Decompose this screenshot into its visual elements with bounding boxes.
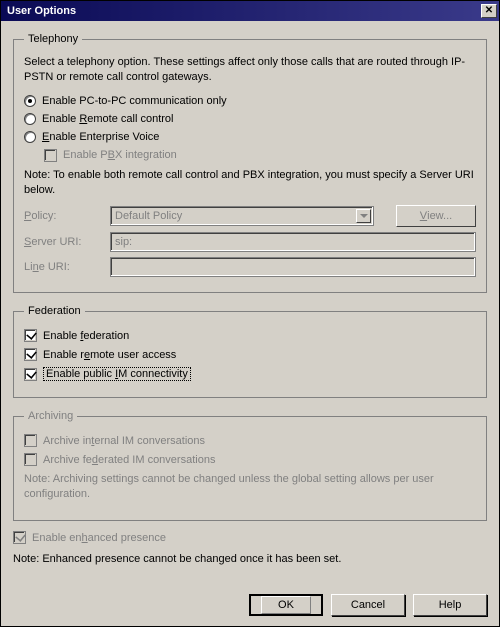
checkbox-label: Enable enhanced presence bbox=[32, 532, 166, 544]
checkbox-icon bbox=[13, 531, 26, 544]
dialog-body: Telephony Select a telephony option. The… bbox=[1, 21, 499, 626]
telephony-description: Select a telephony option. These setting… bbox=[24, 55, 476, 85]
checkbox-archive-internal: Archive internal IM conversations bbox=[24, 434, 476, 447]
checkbox-enable-federation[interactable]: Enable federation bbox=[24, 329, 476, 342]
radio-icon bbox=[24, 95, 36, 107]
radio-pc-to-pc[interactable]: Enable PC-to-PC communication only bbox=[24, 95, 476, 107]
radio-icon bbox=[24, 131, 36, 143]
checkbox-enable-remote-user-access[interactable]: Enable remote user access bbox=[24, 348, 476, 361]
checkbox-label: Archive internal IM conversations bbox=[43, 435, 205, 447]
server-uri-input: sip: bbox=[110, 232, 476, 252]
server-uri-row: Server URI: sip: bbox=[24, 232, 476, 252]
checkbox-label: Enable PBX integration bbox=[63, 149, 177, 161]
policy-value: Default Policy bbox=[115, 210, 182, 222]
checkbox-icon bbox=[24, 348, 37, 361]
close-button[interactable]: ✕ bbox=[481, 4, 497, 18]
line-uri-label: Line URI: bbox=[24, 261, 104, 273]
archiving-legend: Archiving bbox=[24, 410, 77, 422]
federation-group: Federation Enable federation Enable remo… bbox=[13, 305, 487, 398]
view-button: View... bbox=[396, 205, 476, 227]
radio-label: Enable Enterprise Voice bbox=[42, 131, 159, 143]
window-title: User Options bbox=[7, 5, 76, 17]
telephony-group: Telephony Select a telephony option. The… bbox=[13, 33, 487, 293]
dialog-button-bar: OK Cancel Help bbox=[13, 590, 487, 616]
line-uri-input bbox=[110, 257, 476, 277]
policy-label: Policy: bbox=[24, 210, 104, 222]
radio-label: Enable PC-to-PC communication only bbox=[42, 95, 227, 107]
checkbox-icon bbox=[24, 329, 37, 342]
checkbox-icon bbox=[24, 453, 37, 466]
server-uri-label: Server URI: bbox=[24, 236, 104, 248]
checkbox-icon bbox=[24, 434, 37, 447]
policy-combo: Default Policy bbox=[110, 206, 374, 226]
policy-row: Policy: Default Policy View... bbox=[24, 205, 476, 227]
radio-icon bbox=[24, 113, 36, 125]
enhanced-presence-note: Note: Enhanced presence cannot be change… bbox=[13, 552, 487, 566]
checkbox-icon bbox=[24, 368, 37, 381]
checkbox-label: Archive federated IM conversations bbox=[43, 454, 215, 466]
checkbox-icon bbox=[44, 149, 57, 162]
checkbox-label: Enable public IM connectivity bbox=[43, 367, 191, 381]
radio-enterprise-voice[interactable]: Enable Enterprise Voice bbox=[24, 131, 476, 143]
checkbox-label: Enable federation bbox=[43, 330, 129, 342]
titlebar: User Options ✕ bbox=[1, 1, 499, 21]
federation-legend: Federation bbox=[24, 305, 85, 317]
archiving-group: Archiving Archive internal IM conversati… bbox=[13, 410, 487, 521]
ok-button[interactable]: OK bbox=[249, 594, 323, 616]
archiving-note: Note: Archiving settings cannot be chang… bbox=[24, 472, 476, 502]
close-icon: ✕ bbox=[485, 6, 493, 16]
user-options-window: User Options ✕ Telephony Select a teleph… bbox=[0, 0, 500, 627]
radio-remote-call-control[interactable]: Enable Remote call control bbox=[24, 113, 476, 125]
checkbox-label: Enable remote user access bbox=[43, 349, 176, 361]
checkbox-pbx-integration: Enable PBX integration bbox=[44, 149, 476, 162]
line-uri-row: Line URI: bbox=[24, 257, 476, 277]
checkbox-enable-public-im[interactable]: Enable public IM connectivity bbox=[24, 367, 476, 381]
chevron-down-icon bbox=[356, 209, 371, 223]
telephony-legend: Telephony bbox=[24, 33, 82, 45]
telephony-note: Note: To enable both remote call control… bbox=[24, 168, 476, 198]
checkbox-archive-federated: Archive federated IM conversations bbox=[24, 453, 476, 466]
cancel-button[interactable]: Cancel bbox=[331, 594, 405, 616]
checkbox-enhanced-presence: Enable enhanced presence bbox=[13, 531, 487, 544]
radio-label: Enable Remote call control bbox=[42, 113, 173, 125]
help-button[interactable]: Help bbox=[413, 594, 487, 616]
